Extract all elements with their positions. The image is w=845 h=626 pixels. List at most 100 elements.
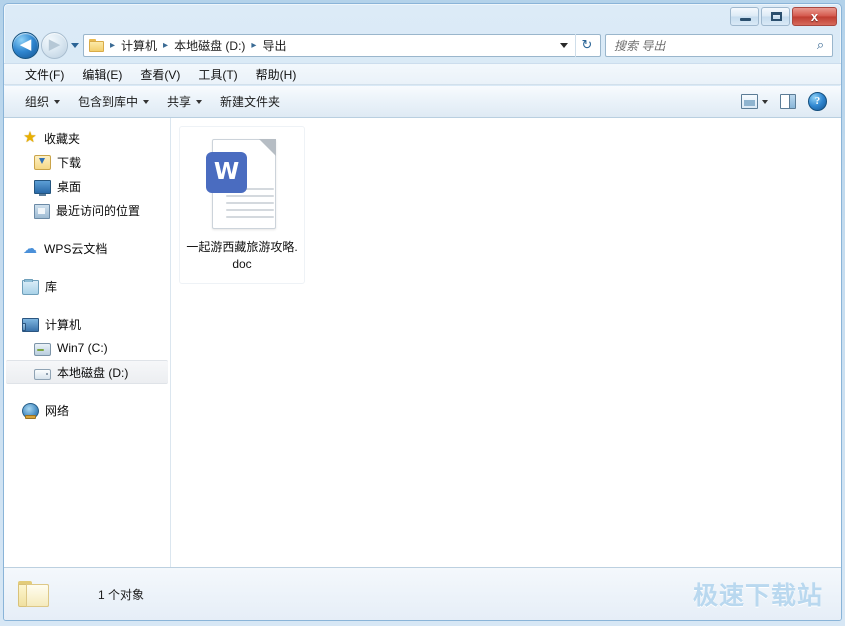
close-icon: x (793, 8, 836, 25)
sidebar-group-computer[interactable]: 计算机 (4, 312, 170, 336)
body-area: ★ 收藏夹 下载 桌面 最近访问的位置 ☁ WPS云文档 (4, 118, 841, 567)
sidebar-group-favorites[interactable]: ★ 收藏夹 (4, 126, 170, 150)
cloud-icon: ☁ (22, 240, 38, 256)
sidebar-group-network[interactable]: 网络 (4, 398, 170, 422)
share-label: 共享 (167, 93, 191, 110)
change-view-button[interactable] (735, 90, 774, 113)
wps-badge: W (206, 152, 247, 193)
desktop-icon (34, 180, 51, 194)
chevron-down-icon (54, 100, 60, 104)
chevron-down-icon (762, 100, 768, 104)
search-input[interactable]: 搜索 导出 (614, 37, 813, 54)
sidebar-label-wps-cloud: WPS云文档 (44, 240, 107, 257)
include-in-library-label: 包含到库中 (78, 93, 138, 110)
sidebar-item-desktop[interactable]: 桌面 (4, 174, 170, 198)
back-button[interactable]: ◀ (12, 32, 39, 59)
address-bar[interactable]: ▸ 计算机 ▸ 本地磁盘 (D:) ▸ 导出 ↻ (83, 34, 601, 57)
new-folder-label: 新建文件夹 (220, 93, 280, 110)
sidebar-spacer (4, 384, 170, 398)
sidebar-spacer (4, 298, 170, 312)
hard-disk-icon (34, 343, 51, 356)
sidebar-group-libraries[interactable]: 库 (4, 274, 170, 298)
navigation-pane: ★ 收藏夹 下载 桌面 最近访问的位置 ☁ WPS云文档 (4, 118, 171, 567)
item-count-label: 1 个对象 (98, 586, 144, 603)
sidebar-item-local-disk-d[interactable]: 本地磁盘 (D:) (6, 360, 168, 384)
network-icon (22, 403, 39, 419)
sidebar-label-win7-c: Win7 (C:) (57, 341, 108, 355)
wps-writer-doc-icon: W (206, 139, 278, 231)
organize-button[interactable]: 组织 (16, 89, 69, 114)
refresh-button[interactable]: ↻ (575, 34, 598, 57)
command-toolbar: 组织 包含到库中 共享 新建文件夹 ? (4, 86, 841, 118)
preview-pane-button[interactable] (774, 90, 802, 113)
document-text-lines (226, 188, 274, 223)
sidebar-label-local-disk-d: 本地磁盘 (D:) (57, 364, 128, 381)
watermark-text: 极速下载站 (693, 576, 823, 612)
file-item[interactable]: W 一起游西藏旅游攻略.doc (179, 126, 305, 284)
folder-icon (18, 579, 52, 609)
search-box[interactable]: 搜索 导出 ⌕ (605, 34, 833, 57)
sidebar-label-computer: 计算机 (45, 316, 81, 333)
menu-item-tools[interactable]: 工具(T) (189, 64, 246, 85)
title-bar: x (4, 4, 841, 28)
menu-item-help[interactable]: 帮助(H) (247, 64, 306, 85)
include-in-library-button[interactable]: 包含到库中 (69, 89, 158, 114)
breadcrumb-item-local-disk[interactable]: 本地磁盘 (D:) (171, 35, 248, 56)
chevron-down-icon (196, 100, 202, 104)
sidebar-spacer (4, 260, 170, 274)
forward-button[interactable]: ▶ (41, 32, 68, 59)
star-icon: ★ (22, 130, 38, 146)
breadcrumb: ▸ 计算机 ▸ 本地磁盘 (D:) ▸ 导出 (89, 35, 556, 56)
library-icon (22, 280, 39, 295)
back-arrow-icon: ◀ (13, 33, 38, 58)
breadcrumb-separator-1[interactable]: ▸ (160, 40, 171, 51)
breadcrumb-item-computer[interactable]: 计算机 (118, 35, 160, 56)
preview-pane-icon (780, 94, 796, 109)
page-fold-corner (259, 139, 276, 156)
share-button[interactable]: 共享 (158, 89, 211, 114)
search-icon: ⌕ (813, 37, 828, 53)
sidebar-spacer (4, 222, 170, 236)
organize-label: 组织 (25, 93, 49, 110)
sidebar-item-win7-c[interactable]: Win7 (C:) (4, 336, 170, 360)
sidebar-label-network: 网络 (45, 402, 69, 419)
menu-item-edit[interactable]: 编辑(E) (73, 64, 131, 85)
help-button[interactable]: ? (802, 88, 833, 115)
wps-letter: W (214, 161, 239, 184)
sidebar-item-downloads[interactable]: 下载 (4, 150, 170, 174)
computer-icon (22, 318, 39, 332)
breadcrumb-separator-0[interactable]: ▸ (107, 40, 118, 51)
sidebar-label-recent-places: 最近访问的位置 (56, 202, 140, 219)
navigation-row: ◀ ▶ ▸ 计算机 ▸ 本地磁盘 (D:) ▸ 导出 ↻ 搜索 导出 ⌕ (4, 28, 841, 62)
address-dropdown-icon[interactable] (560, 43, 568, 48)
sidebar-item-recent-places[interactable]: 最近访问的位置 (4, 198, 170, 222)
minimize-button[interactable] (730, 7, 759, 26)
menu-bar: 文件(F) 编辑(E) 查看(V) 工具(T) 帮助(H) (4, 63, 841, 85)
maximize-icon (771, 12, 782, 21)
sidebar-item-wps-cloud[interactable]: ☁ WPS云文档 (4, 236, 170, 260)
help-icon: ? (808, 92, 827, 111)
download-icon (34, 155, 51, 170)
recent-places-icon (34, 204, 50, 219)
menu-item-view[interactable]: 查看(V) (131, 64, 189, 85)
recent-pages-dropdown-icon[interactable] (71, 43, 79, 48)
window-controls: x (730, 7, 837, 26)
sidebar-label-libraries: 库 (45, 278, 57, 295)
menu-item-file[interactable]: 文件(F) (16, 64, 73, 85)
local-disk-icon (34, 369, 51, 380)
view-mode-icon (741, 94, 758, 109)
sidebar-label-favorites: 收藏夹 (44, 130, 80, 147)
maximize-button[interactable] (761, 7, 790, 26)
sidebar-label-downloads: 下载 (57, 154, 81, 171)
new-folder-button[interactable]: 新建文件夹 (211, 89, 289, 114)
folder-icon (89, 39, 105, 52)
details-pane: 1 个对象 极速下载站 (4, 567, 841, 620)
breadcrumb-item-export[interactable]: 导出 (259, 35, 289, 56)
file-list-pane[interactable]: W 一起游西藏旅游攻略.doc (171, 118, 841, 567)
explorer-window: x ◀ ▶ ▸ 计算机 ▸ 本地磁盘 (D:) ▸ 导出 ↻ 搜索 (3, 3, 842, 621)
chevron-down-icon (143, 100, 149, 104)
forward-arrow-icon: ▶ (42, 33, 67, 58)
breadcrumb-separator-2[interactable]: ▸ (248, 40, 259, 51)
close-button[interactable]: x (792, 7, 837, 26)
minimize-icon (740, 18, 751, 21)
